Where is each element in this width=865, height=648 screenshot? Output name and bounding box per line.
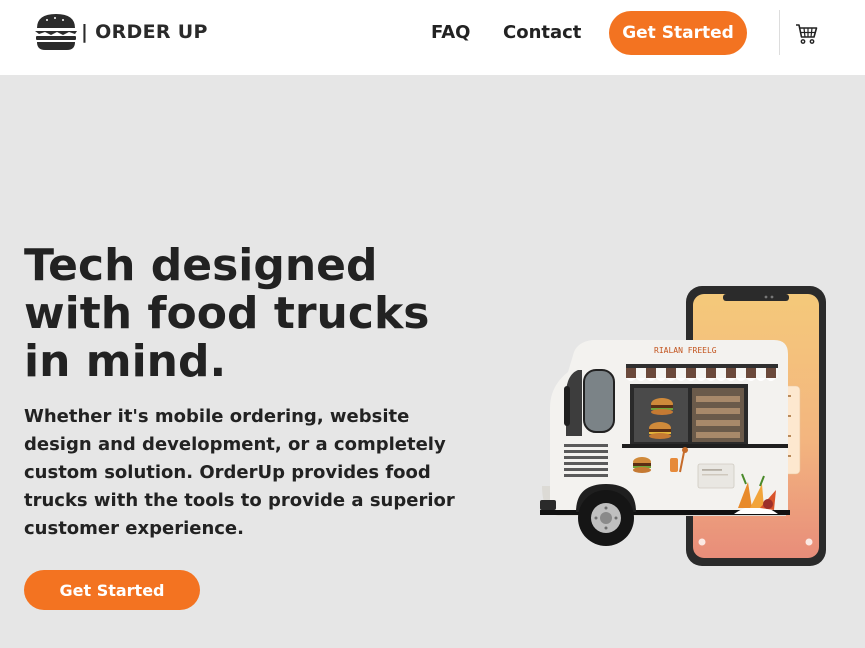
- hero-description-line: customer experience.: [24, 518, 244, 539]
- nav-faq-link[interactable]: FAQ: [431, 22, 470, 43]
- hero-title-line: in mind.: [24, 336, 227, 387]
- hero-title-line: with food trucks: [24, 288, 430, 339]
- hero-description-line: trucks with the tools to provide a super…: [24, 490, 455, 511]
- hero-description: Whether it's mobile ordering, website de…: [24, 403, 469, 543]
- burger-logo-icon[interactable]: [33, 13, 79, 51]
- hero-description-line: custom solution. OrderUp provides food: [24, 462, 431, 483]
- hero-description-line: design and development, or a completely: [24, 434, 446, 455]
- shopping-cart-icon[interactable]: [795, 22, 819, 46]
- hero-description-line: Whether it's mobile ordering, website: [24, 406, 410, 427]
- truck-sign-text: RIALAN FREELG: [654, 346, 717, 355]
- nav-contact-link[interactable]: Contact: [503, 22, 581, 43]
- hero-get-started-button[interactable]: Get Started: [24, 570, 200, 610]
- header-get-started-button[interactable]: Get Started: [609, 11, 747, 55]
- food-truck-phone-illustration: RIALAN FREELG: [540, 286, 826, 566]
- header-divider: [779, 10, 780, 55]
- hero-title-line: Tech designed: [24, 240, 378, 291]
- brand-name[interactable]: | ORDER UP: [81, 21, 208, 43]
- hero-title: Tech designed with food trucks in mind.: [24, 242, 484, 386]
- site-header: | ORDER UP FAQ Contact Get Started: [0, 0, 865, 75]
